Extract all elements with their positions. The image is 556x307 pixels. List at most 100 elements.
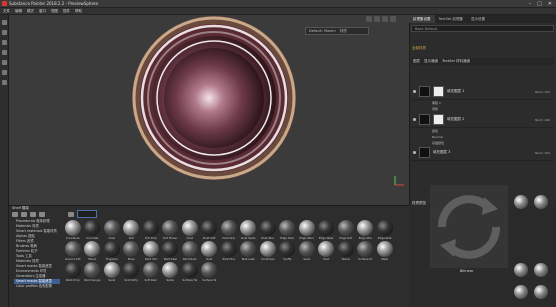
- shelf-item[interactable]: Paint Gouge: [83, 262, 103, 283]
- shelf-item[interactable]: Dirt Drip: [141, 220, 161, 241]
- shelf-item[interactable]: Stains: [336, 241, 356, 262]
- maximize-icon[interactable]: □: [537, 1, 542, 7]
- shelf-item[interactable]: Edge Worn: [297, 220, 317, 241]
- shelf-item[interactable]: Dirt Brown: [161, 220, 181, 241]
- shelf-item[interactable]: Dust Drip: [219, 220, 239, 241]
- shelf-item[interactable]: Edge Dirt: [336, 220, 356, 241]
- shelf-item[interactable]: Moss: [122, 241, 142, 262]
- close-icon[interactable]: ✕: [548, 1, 552, 7]
- shelf-item[interactable]: Paint Drop: [63, 262, 83, 283]
- sub-layer-row[interactable]: 颜色: [432, 128, 554, 133]
- shelf-item[interactable]: Scuffs: [278, 241, 298, 262]
- shelf-filter-input[interactable]: [77, 210, 97, 218]
- header-layers[interactable]: 图层: [413, 59, 420, 64]
- polygon-fill-icon[interactable]: [2, 50, 7, 55]
- viewport-mode-bar[interactable]: Default: Maxim 材质: [305, 27, 369, 35]
- tab-display-settings[interactable]: 显示设置: [467, 15, 489, 23]
- shelf-item[interactable]: Soft Dam: [141, 262, 161, 283]
- material-thumbnail[interactable]: [514, 263, 528, 277]
- shelf-item[interactable]: Wear: [375, 241, 395, 262]
- tab-texture-set-settings[interactable]: 纹理集设置: [409, 15, 435, 23]
- minimize-icon[interactable]: –: [529, 1, 532, 7]
- shelf-item[interactable]: Edge Stre: [356, 220, 376, 241]
- layer-blend[interactable]: Norm 100: [535, 151, 550, 155]
- shelf-item[interactable]: Rust Fine: [219, 241, 239, 262]
- folder-icon[interactable]: [12, 211, 18, 217]
- sub-layer-row[interactable]: 掩膜 1: [432, 100, 554, 105]
- clone-icon[interactable]: [2, 70, 7, 75]
- import-icon[interactable]: [21, 211, 27, 217]
- shelf-item[interactable]: Rust: [200, 241, 220, 262]
- shelf-item[interactable]: Edge Wear: [317, 220, 337, 241]
- shelf-item[interactable]: Surface W: [200, 262, 220, 283]
- layer-row[interactable]: 填充图层 2 Norm 100: [411, 112, 554, 128]
- grid-view-icon[interactable]: [30, 211, 36, 217]
- display-icon[interactable]: [382, 16, 388, 22]
- screenshot-icon[interactable]: [374, 16, 380, 22]
- projection-icon[interactable]: [2, 40, 7, 45]
- paint-brush-icon[interactable]: [2, 20, 7, 25]
- shelf-item[interactable]: Sand: [102, 262, 122, 283]
- menu-view[interactable]: 视图: [51, 9, 58, 14]
- shelf-item[interactable]: Curvature: [63, 220, 83, 241]
- eraser-icon[interactable]: [2, 30, 7, 35]
- header-display-channel[interactable]: 显示通道: [424, 59, 438, 64]
- shelf-item[interactable]: Fingerpri: [102, 241, 122, 262]
- list-view-icon[interactable]: [39, 211, 45, 217]
- material-thumbnail[interactable]: [514, 285, 528, 299]
- material-thumbnail[interactable]: [534, 263, 548, 277]
- menu-help[interactable]: 帮助: [75, 9, 82, 14]
- shelf-item[interactable]: Spots: [161, 262, 181, 283]
- shelf-item[interactable]: Concrete: [83, 220, 103, 241]
- shelf-item[interactable]: Dust: [180, 220, 200, 241]
- menu-edit[interactable]: 编辑: [15, 9, 22, 14]
- shelf-item[interactable]: Dust Soft: [200, 220, 220, 241]
- shelf-item[interactable]: Surface Di: [356, 241, 376, 262]
- shelf-item[interactable]: Scratches: [258, 241, 278, 262]
- layer-search-input[interactable]: Base Default: [411, 25, 554, 32]
- sub-layer-row[interactable]: Normal: [432, 134, 554, 139]
- sub-layer-row[interactable]: 调整: [432, 106, 554, 111]
- filter-icon[interactable]: [68, 211, 74, 217]
- shelf-item[interactable]: Soot: [317, 241, 337, 262]
- preview-sphere[interactable]: [9, 15, 409, 205]
- shelf-item[interactable]: Rust Leak: [239, 241, 259, 262]
- visibility-eye-icon[interactable]: [413, 151, 416, 154]
- shelf-item[interactable]: Surface Ha: [180, 262, 200, 283]
- layer-blend[interactable]: Norm 100: [535, 90, 550, 94]
- camera-icon[interactable]: [366, 16, 372, 22]
- shelf-item[interactable]: Fibers: [83, 241, 103, 262]
- shelf-item[interactable]: Paint Rust: [180, 241, 200, 262]
- visibility-eye-icon[interactable]: [413, 118, 416, 121]
- shelf-item[interactable]: Dirt: [122, 220, 142, 241]
- shelf-item[interactable]: Sand: [297, 241, 317, 262]
- category-item[interactable]: Color profiles 色彩配置: [14, 284, 60, 289]
- viewport-channel[interactable]: 材质: [340, 29, 347, 34]
- shelf-item[interactable]: Edge Rust: [375, 220, 395, 241]
- shelf-item[interactable]: Dust Tenc: [258, 220, 278, 241]
- material-thumbnail[interactable]: [534, 285, 548, 299]
- shelf-item[interactable]: Dust: [102, 220, 122, 241]
- shelf-item[interactable]: Paint Old: [141, 241, 161, 262]
- layer-row[interactable]: 填充图层 1 Norm 100: [411, 84, 554, 100]
- header-textset-channel[interactable]: TextSet 材料通道: [442, 59, 470, 64]
- shelf-item[interactable]: Ground Dirt: [63, 241, 83, 262]
- 3d-viewport[interactable]: [9, 15, 409, 205]
- menu-mode[interactable]: 模式: [27, 9, 34, 14]
- material-thumbnail[interactable]: [514, 195, 528, 209]
- shelf-item[interactable]: Paint Peel: [161, 241, 181, 262]
- shelf-item[interactable]: Edge Dam: [278, 220, 298, 241]
- menu-window[interactable]: 窗口: [39, 9, 46, 14]
- smudge-icon[interactable]: [2, 60, 7, 65]
- picker-icon[interactable]: [2, 80, 7, 85]
- render-icon[interactable]: [390, 16, 396, 22]
- viewport-mode[interactable]: Default: Maxim: [309, 29, 336, 33]
- tab-texture-set[interactable]: TextSet 纹理集: [435, 15, 467, 23]
- shelf-item[interactable]: Dust Spots: [239, 220, 259, 241]
- menu-plugins[interactable]: 插件: [63, 9, 70, 14]
- shelf-item[interactable]: Soot Dirty: [122, 262, 142, 283]
- layer-blend[interactable]: Norm 100: [535, 118, 550, 122]
- material-thumbnail[interactable]: [534, 195, 548, 209]
- visibility-eye-icon[interactable]: [413, 90, 416, 93]
- menu-file[interactable]: 文件: [3, 9, 10, 14]
